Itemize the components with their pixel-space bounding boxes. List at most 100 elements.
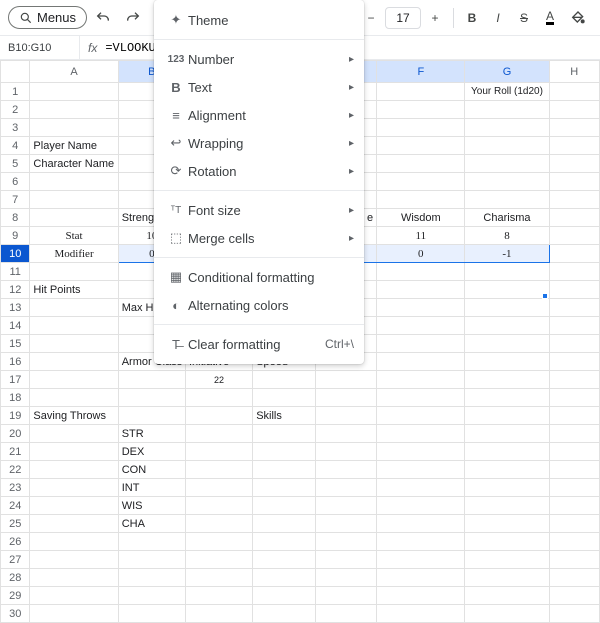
cell[interactable]: Modifier: [30, 245, 118, 263]
italic-button[interactable]: I: [486, 5, 510, 31]
row-header[interactable]: 24: [1, 497, 30, 515]
undo-button[interactable]: [89, 5, 117, 31]
format-menu: ✦Theme 123Number▸ BText▸ ≡Alignment▸ ↩Wr…: [154, 0, 364, 364]
row-header[interactable]: 4: [1, 137, 30, 155]
menu-text[interactable]: BText▸: [154, 73, 364, 101]
menu-rotation[interactable]: ⟳Rotation▸: [154, 157, 364, 185]
rotation-icon: ⟳: [164, 163, 188, 179]
altcolors-icon: ◐: [164, 298, 188, 313]
fontsize-icon: ᵀT: [164, 205, 188, 216]
textcolor-button[interactable]: A: [538, 5, 562, 31]
chevron-right-icon: ▸: [349, 54, 354, 65]
menu-alternating-colors[interactable]: ◐Alternating colors: [154, 291, 364, 319]
chevron-right-icon: ▸: [349, 138, 354, 149]
row-header[interactable]: 27: [1, 551, 30, 569]
row-header[interactable]: 13: [1, 299, 30, 317]
row-header[interactable]: 22: [1, 461, 30, 479]
col-header-H[interactable]: H: [549, 61, 600, 83]
row-header[interactable]: 1: [1, 83, 30, 101]
col-header-G[interactable]: G: [465, 61, 549, 83]
menu-number[interactable]: 123Number▸: [154, 45, 364, 73]
paint-icon: [570, 10, 586, 26]
menu-clear-formatting[interactable]: T̶Clear formattingCtrl+\: [154, 330, 364, 358]
fillcolor-button[interactable]: [564, 5, 592, 31]
row-header[interactable]: 25: [1, 515, 30, 533]
row-header[interactable]: 14: [1, 317, 30, 335]
menu-fontsize[interactable]: ᵀTFont size▸: [154, 196, 364, 224]
col-header-F[interactable]: F: [377, 61, 465, 83]
bold-button[interactable]: B: [460, 5, 484, 31]
menu-alignment[interactable]: ≡Alignment▸: [154, 101, 364, 129]
row-header[interactable]: 6: [1, 173, 30, 191]
row-header[interactable]: 2: [1, 101, 30, 119]
selection-handle[interactable]: [542, 293, 548, 299]
cell[interactable]: Charisma: [465, 209, 549, 227]
menu-theme[interactable]: ✦Theme: [154, 6, 364, 34]
row-header[interactable]: 20: [1, 425, 30, 443]
strike-button[interactable]: S: [512, 5, 536, 31]
cell[interactable]: CON: [118, 461, 185, 479]
merge-icon: ⬚: [164, 230, 188, 246]
row-header[interactable]: 9: [1, 227, 30, 245]
row-header[interactable]: 12: [1, 281, 30, 299]
fontsize-increase-button[interactable]: +: [423, 5, 447, 31]
menus-button[interactable]: Menus: [8, 6, 87, 29]
row-header[interactable]: 11: [1, 263, 30, 281]
search-icon: [19, 11, 33, 25]
col-header-A[interactable]: A: [30, 61, 118, 83]
row-header[interactable]: 19: [1, 407, 30, 425]
theme-icon: ✦: [164, 12, 188, 28]
fontsize-input[interactable]: 17: [385, 7, 421, 29]
row-header[interactable]: 28: [1, 569, 30, 587]
cell[interactable]: WIS: [118, 497, 185, 515]
row-header[interactable]: 18: [1, 389, 30, 407]
cell[interactable]: -1: [465, 245, 549, 263]
cell[interactable]: INT: [118, 479, 185, 497]
fx-label: fx: [80, 41, 105, 55]
row-header[interactable]: 10: [1, 245, 30, 263]
name-box[interactable]: B10:G10: [0, 36, 80, 59]
cell[interactable]: Your Roll (1d20): [465, 83, 549, 101]
redo-button[interactable]: [119, 5, 147, 31]
undo-icon: [95, 10, 111, 26]
cell[interactable]: 11: [377, 227, 465, 245]
cell[interactable]: 22: [185, 371, 252, 389]
cell[interactable]: 0: [377, 245, 465, 263]
text-icon: B: [164, 80, 188, 95]
cell[interactable]: DEX: [118, 443, 185, 461]
conditional-icon: ▦: [164, 269, 188, 285]
menu-merge[interactable]: ⬚Merge cells▸: [154, 224, 364, 252]
chevron-right-icon: ▸: [349, 233, 354, 244]
row-header[interactable]: 26: [1, 533, 30, 551]
wrap-icon: ↩: [164, 135, 188, 151]
cell[interactable]: Stat: [30, 227, 118, 245]
cell[interactable]: 8: [465, 227, 549, 245]
clear-icon: T̶: [164, 337, 188, 352]
row-header[interactable]: 16: [1, 353, 30, 371]
row-header[interactable]: 3: [1, 119, 30, 137]
row-header[interactable]: 17: [1, 371, 30, 389]
cell[interactable]: Character Name: [30, 155, 118, 173]
cell[interactable]: Player Name: [30, 137, 118, 155]
chevron-right-icon: ▸: [349, 205, 354, 216]
row-header[interactable]: 8: [1, 209, 30, 227]
menu-wrapping[interactable]: ↩Wrapping▸: [154, 129, 364, 157]
menu-conditional-formatting[interactable]: ▦Conditional formatting: [154, 263, 364, 291]
row-header[interactable]: 5: [1, 155, 30, 173]
row-header[interactable]: 29: [1, 587, 30, 605]
cell[interactable]: Hit Points: [30, 281, 118, 299]
row-header[interactable]: 23: [1, 479, 30, 497]
cell[interactable]: Saving Throws: [30, 407, 118, 425]
redo-icon: [125, 10, 141, 26]
cell[interactable]: Skills: [253, 407, 316, 425]
align-icon: ≡: [164, 108, 188, 123]
cell[interactable]: STR: [118, 425, 185, 443]
cell[interactable]: CHA: [118, 515, 185, 533]
row-header[interactable]: 15: [1, 335, 30, 353]
number-icon: 123: [164, 54, 188, 65]
row-header[interactable]: 7: [1, 191, 30, 209]
row-header[interactable]: 30: [1, 605, 30, 623]
select-all-corner[interactable]: [1, 61, 30, 83]
row-header[interactable]: 21: [1, 443, 30, 461]
cell[interactable]: Wisdom: [377, 209, 465, 227]
